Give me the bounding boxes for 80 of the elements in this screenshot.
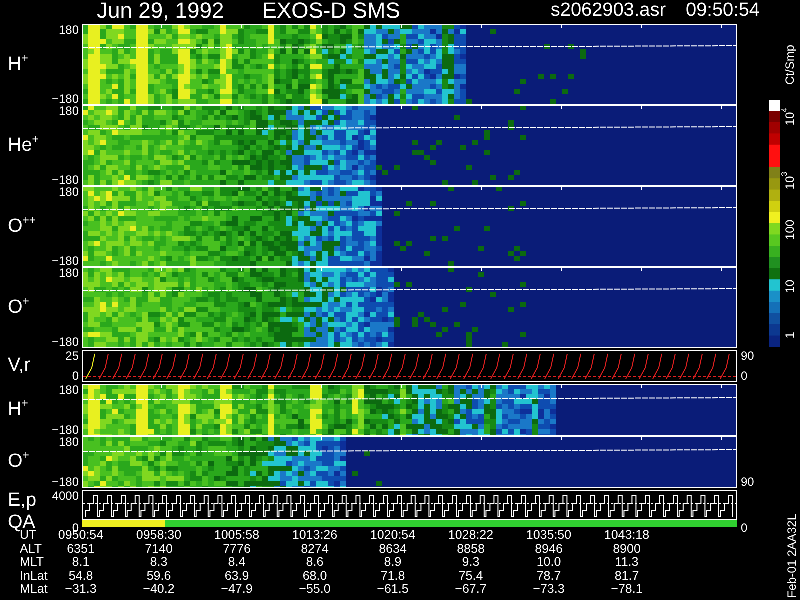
plot-date: Jun 29, 1992 [97, 0, 224, 22]
table-cell: 1028:22 [448, 529, 494, 543]
table-cell: −73.3 [533, 583, 565, 597]
table-cell: 9.3 [462, 556, 480, 570]
axis-tick-label: 180 [58, 436, 79, 448]
file-name: s2062903.asr [550, 0, 666, 22]
panel-label: O$^{+}$ [8, 451, 30, 473]
instrument-title: EXOS-D SMS [262, 0, 400, 22]
axis-tick-label: 4000 [52, 490, 79, 502]
row-label: InLat [20, 570, 48, 584]
table-cell: 6351 [67, 542, 95, 556]
table-cell: 68.0 [302, 570, 328, 584]
table-cell: 1013:26 [292, 529, 338, 543]
row-label: MLT [20, 556, 44, 570]
axis-tick-label: −180 [52, 424, 79, 436]
axis-tick-label: −180 [52, 336, 79, 348]
table-cell: 8.1 [72, 556, 90, 570]
table-cell: 8634 [379, 542, 407, 556]
table-cell: 8900 [613, 542, 641, 556]
table-cell: 78.7 [536, 570, 562, 584]
table-cell: 8.3 [150, 556, 168, 570]
table-cell: 7776 [223, 542, 251, 556]
axis-tick-label: −180 [52, 476, 79, 488]
axis-tick-label: −180 [52, 174, 79, 186]
table-cell: 10.0 [536, 556, 562, 570]
axis-tick-label: 180 [58, 267, 79, 279]
plot-time: 09:50:54 [686, 0, 760, 22]
table-cell: 1005:58 [214, 529, 260, 543]
table-cell: 0958:30 [136, 529, 182, 543]
axis-tick-label: −180 [52, 255, 79, 267]
table-cell: 75.4 [458, 570, 484, 584]
table-cell: 63.9 [224, 570, 250, 584]
colorbar-label: 10 [782, 280, 798, 294]
row-label: ALT [20, 542, 42, 556]
axis-tick-label: 0 [72, 370, 79, 382]
table-cell: −31.3 [65, 583, 97, 597]
panel-label: H$^{+}$ [8, 399, 28, 421]
right-axis-label: 0 [741, 370, 748, 382]
panel-label: H$^{+}$ [8, 54, 28, 76]
table-cell: −61.5 [377, 583, 409, 597]
table-cell: −55.0 [299, 583, 331, 597]
table-cell: 1043:18 [604, 529, 650, 543]
table-cell: 8.6 [306, 556, 324, 570]
table-cell: 1035:50 [526, 529, 572, 543]
axis-tick-label: 180 [58, 105, 79, 117]
panel-label: E,p [8, 490, 37, 512]
table-cell: 1020:54 [370, 529, 416, 543]
table-cell: 81.7 [614, 570, 640, 584]
table-cell: 8.4 [228, 556, 246, 570]
table-cell: 8946 [535, 542, 563, 556]
table-cell: 7140 [145, 542, 173, 556]
right-axis-label: 90 [741, 350, 754, 362]
axis-tick-label: 180 [58, 186, 79, 198]
table-cell: 59.6 [146, 570, 172, 584]
table-cell: −40.2 [143, 583, 175, 597]
axis-tick-label: 25 [66, 350, 79, 362]
panel-label: O$^{+}$ [8, 296, 30, 318]
axis-tick-label: 180 [58, 384, 79, 396]
table-cell: 8858 [457, 542, 485, 556]
table-cell: −47.9 [221, 583, 253, 597]
table-cell: 8274 [301, 542, 329, 556]
colorbar-label: 1 [782, 332, 798, 339]
row-label: MLat [20, 583, 48, 597]
table-cell: 8.9 [384, 556, 402, 570]
panel-label: He$^{+}$ [8, 134, 39, 156]
file-code-label: Feb-01 2AA32L [786, 514, 798, 598]
colorbar-unit-label: Ct/Smp [784, 45, 796, 86]
table-cell: −78.1 [611, 583, 643, 597]
colorbar-label: 100 [782, 220, 798, 240]
axis-tick-label: −180 [52, 93, 79, 105]
panel-label: O$^{++}$ [8, 216, 36, 238]
right-axis-label: 0 [741, 522, 748, 534]
table-cell: −67.7 [455, 583, 487, 597]
table-cell: 0950:54 [58, 529, 104, 543]
table-cell: 71.8 [380, 570, 406, 584]
panel-label: V,r [8, 355, 31, 377]
axis-tick-label: 180 [58, 24, 79, 36]
table-cell: 54.8 [68, 570, 94, 584]
table-cell: 11.3 [615, 556, 639, 570]
right-axis-label: 90 [741, 476, 754, 488]
